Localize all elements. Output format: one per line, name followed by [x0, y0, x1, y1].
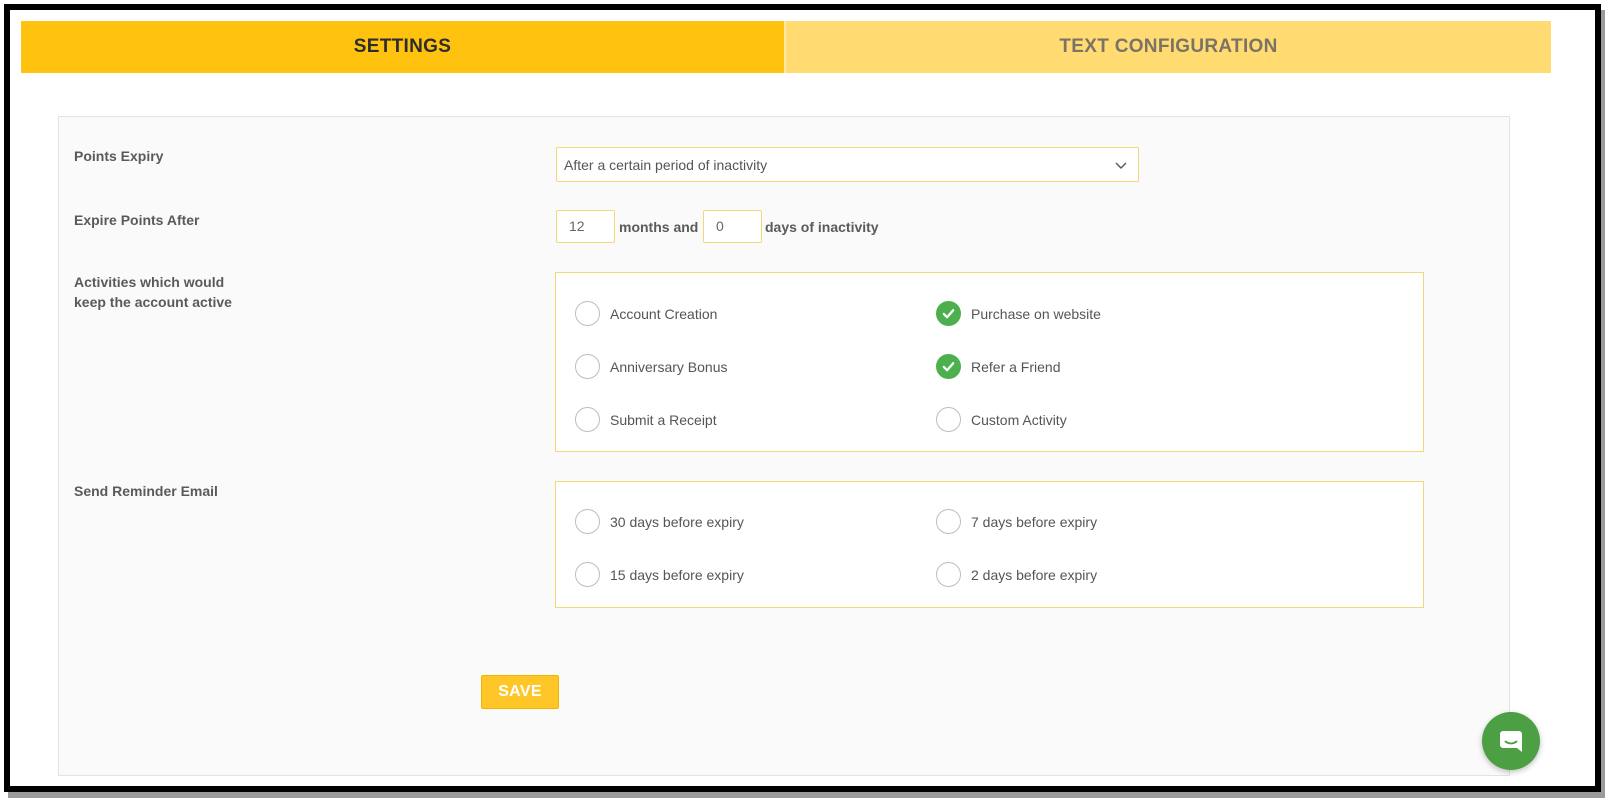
reminder-option-label: 30 days before expiry	[610, 513, 744, 530]
activity-option-label: Refer a Friend	[971, 358, 1061, 375]
activities-label: Activities which would keep the account …	[74, 272, 232, 312]
reminder-option-30-days[interactable]: 30 days before expiry	[575, 509, 744, 534]
reminder-box: 30 days before expiry 7 days before expi…	[555, 481, 1424, 608]
chevron-down-icon	[1115, 162, 1127, 169]
points-expiry-value: After a certain period of inactivity	[564, 156, 768, 173]
activity-option-custom-activity[interactable]: Custom Activity	[936, 407, 1067, 432]
activity-option-label: Submit a Receipt	[610, 411, 717, 428]
reminder-option-label: 2 days before expiry	[971, 566, 1098, 583]
activity-option-account-creation[interactable]: Account Creation	[575, 301, 717, 326]
checkmark-icon[interactable]	[936, 354, 961, 379]
reminder-option-label: 7 days before expiry	[971, 513, 1098, 530]
activity-option-label: Custom Activity	[971, 411, 1067, 428]
activities-box: Account Creation Purchase on website Ann…	[555, 272, 1424, 452]
months-and-text: months and	[619, 219, 699, 235]
activity-option-label: Account Creation	[610, 305, 718, 322]
reminder-option-2-days[interactable]: 2 days before expiry	[936, 562, 1097, 587]
checkbox-circle[interactable]	[936, 509, 961, 534]
tab-text-configuration[interactable]: TEXT CONFIGURATION	[784, 21, 1551, 73]
settings-panel: Points Expiry After a certain period of …	[58, 116, 1510, 776]
months-input[interactable]: 12	[556, 210, 615, 243]
activity-option-purchase-on-website[interactable]: Purchase on website	[936, 301, 1101, 326]
expire-points-after-label: Expire Points After	[74, 212, 200, 228]
chat-launcher-button[interactable]	[1482, 712, 1540, 770]
activity-option-submit-a-receipt[interactable]: Submit a Receipt	[575, 407, 717, 432]
chat-bubble-icon	[1500, 731, 1522, 752]
reminder-option-7-days[interactable]: 7 days before expiry	[936, 509, 1097, 534]
checkbox-circle[interactable]	[936, 407, 961, 432]
checkbox-circle[interactable]	[575, 407, 600, 432]
send-reminder-email-label: Send Reminder Email	[74, 483, 218, 499]
activity-option-label: Purchase on website	[971, 305, 1101, 322]
activities-label-line1: Activities which would	[74, 274, 225, 290]
days-input[interactable]: 0	[703, 210, 762, 243]
activities-label-line2: keep the account active	[74, 294, 232, 310]
reminder-option-15-days[interactable]: 15 days before expiry	[575, 562, 744, 587]
checkbox-circle[interactable]	[575, 509, 600, 534]
checkbox-circle[interactable]	[575, 301, 600, 326]
points-expiry-label: Points Expiry	[74, 148, 164, 164]
checkbox-circle[interactable]	[575, 562, 600, 587]
reminder-option-label: 15 days before expiry	[610, 566, 744, 583]
days-of-inactivity-text: days of inactivity	[765, 219, 879, 235]
activity-option-label: Anniversary Bonus	[610, 358, 728, 375]
checkmark-icon[interactable]	[936, 301, 961, 326]
tab-settings[interactable]: SETTINGS	[21, 21, 784, 73]
activity-option-refer-a-friend[interactable]: Refer a Friend	[936, 354, 1060, 379]
save-button[interactable]: SAVE	[481, 675, 559, 709]
points-expiry-select[interactable]: After a certain period of inactivity	[556, 147, 1139, 182]
checkbox-circle[interactable]	[575, 354, 600, 379]
app-frame: SETTINGS TEXT CONFIGURATION Points Expir…	[4, 4, 1601, 792]
checkbox-circle[interactable]	[936, 562, 961, 587]
tab-bar: SETTINGS TEXT CONFIGURATION	[21, 21, 1551, 73]
activity-option-anniversary-bonus[interactable]: Anniversary Bonus	[575, 354, 728, 379]
